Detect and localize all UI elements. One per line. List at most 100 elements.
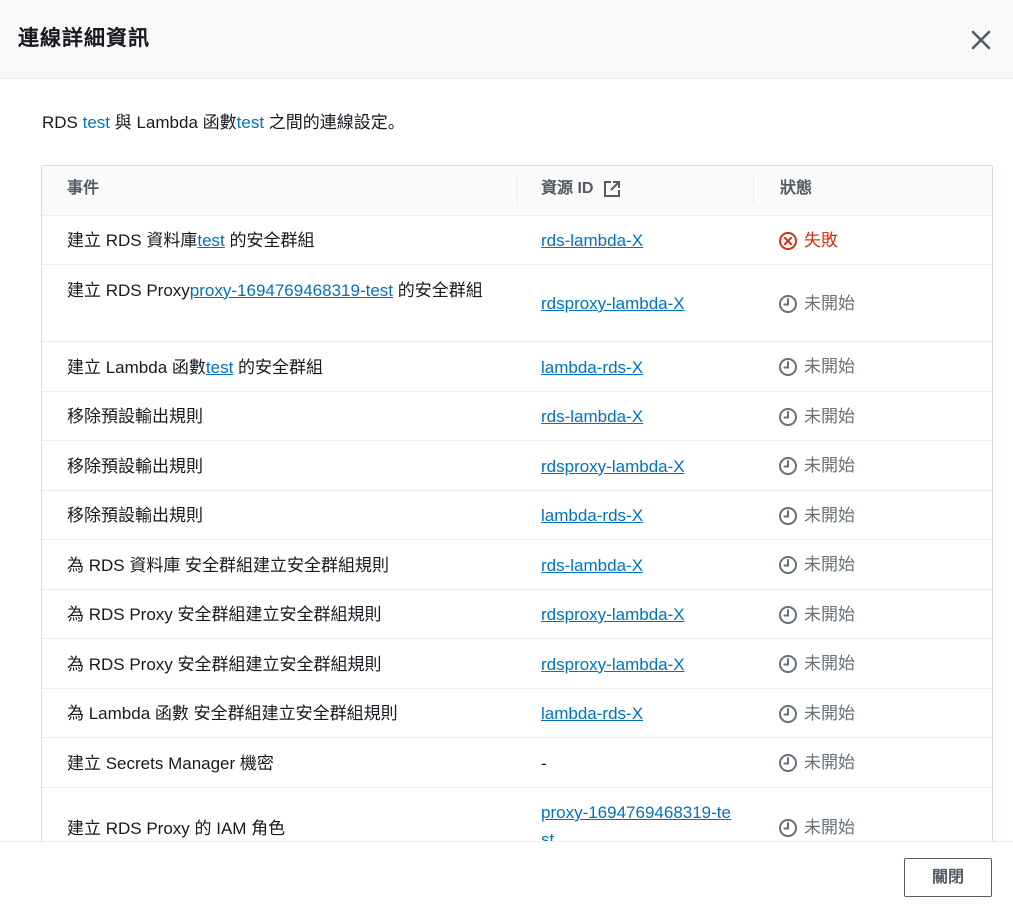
- event-text: 建立 RDS Proxy: [67, 280, 190, 300]
- event-text: 為 RDS Proxy 安全群組建立安全群組規則: [67, 605, 382, 624]
- close-icon: [971, 30, 991, 50]
- header-event: 事件: [67, 180, 100, 197]
- table-row: 建立 Secrets Manager 機密 - 未開始: [42, 738, 992, 788]
- clock-icon: [779, 605, 797, 624]
- event-cell: 建立 Secrets Manager 機密: [67, 750, 507, 777]
- status-label: 失敗: [804, 230, 838, 250]
- resource-id-link[interactable]: rds-lambda-X: [541, 556, 643, 575]
- resource-id-link[interactable]: rds-lambda-X: [541, 407, 643, 426]
- status-label: 未開始: [804, 654, 855, 673]
- event-cell: 為 RDS Proxy 安全群組建立安全群組規則: [67, 601, 507, 628]
- resource-id-cell: rdsproxy-lambda-X: [541, 290, 731, 317]
- close-button[interactable]: [964, 23, 998, 57]
- table-row: 移除預設輸出規則 rdsproxy-lambda-X 未開始: [42, 441, 992, 491]
- event-text: 建立 RDS 資料庫: [67, 231, 198, 250]
- resource-id-cell: rds-lambda-X: [541, 403, 731, 430]
- lambda-test-link[interactable]: test: [237, 113, 264, 132]
- clock-icon: [779, 407, 797, 426]
- table-row: 建立 RDS Proxyproxy-1694769468319-test 的安全…: [42, 265, 992, 342]
- event-text: 移除預設輸出規則: [67, 456, 203, 476]
- resource-id-link[interactable]: lambda-rds-X: [541, 506, 643, 525]
- clock-icon: [779, 819, 797, 837]
- status-cell: 未開始: [778, 816, 855, 840]
- modal-footer: 關閉: [0, 841, 1013, 908]
- table-row: 建立 RDS 資料庫test 的安全群組 rds-lambda-X 失敗: [42, 216, 992, 265]
- event-resource-link[interactable]: test: [197, 231, 224, 250]
- resource-id-cell: -: [541, 750, 731, 777]
- modal-header: 連線詳細資訊: [0, 0, 1013, 79]
- event-cell: 建立 RDS Proxyproxy-1694769468319-test 的安全…: [67, 277, 507, 304]
- resource-id-cell: lambda-rds-X: [541, 502, 731, 529]
- description-suffix: 之間的連線設定。: [264, 113, 405, 132]
- status-label: 未開始: [804, 818, 855, 837]
- status-label: 未開始: [804, 505, 855, 525]
- status-label: 未開始: [804, 555, 855, 574]
- clock-icon: [779, 754, 797, 772]
- resource-id-link[interactable]: rdsproxy-lambda-X: [541, 655, 685, 674]
- event-text: 為 Lambda 函數 安全群組建立安全群組規則: [67, 704, 398, 723]
- event-cell: 建立 RDS Proxy 的 IAM 角色: [67, 815, 507, 842]
- event-cell: 為 Lambda 函數 安全群組建立安全群組規則: [67, 700, 507, 727]
- description-middle: 與 Lambda 函數: [110, 113, 237, 132]
- event-cell: 為 RDS 資料庫 安全群組建立安全群組規則: [67, 552, 507, 579]
- status-label: 未開始: [804, 753, 855, 772]
- modal-title: 連線詳細資訊: [18, 27, 150, 50]
- error-circle-icon: [779, 231, 797, 250]
- status-label: 未開始: [804, 357, 855, 376]
- event-cell: 建立 Lambda 函數test 的安全群組: [67, 354, 507, 381]
- connection-description: RDS test 與 Lambda 函數test 之間的連線設定。: [42, 108, 405, 133]
- table-row: 為 RDS Proxy 安全群組建立安全群組規則 rdsproxy-lambda-…: [42, 590, 992, 639]
- header-resource-id-label: 資源 ID: [541, 180, 594, 197]
- table-row: 為 Lambda 函數 安全群組建立安全群組規則 lambda-rds-X 未開始: [42, 689, 992, 738]
- resource-id-link[interactable]: lambda-rds-X: [541, 704, 643, 723]
- event-text: 移除預設輸出規則: [67, 506, 203, 525]
- status-cell: 未開始: [778, 553, 855, 577]
- resource-id-link[interactable]: rdsproxy-lambda-X: [541, 294, 685, 313]
- close-footer-button[interactable]: 關閉: [904, 858, 992, 897]
- header-resource-id: 資源 ID: [541, 166, 622, 216]
- table-row: 建立 RDS Proxy 的 IAM 角色 proxy-1694769468319…: [42, 788, 992, 841]
- table-header: 事件 資源 ID 狀態: [42, 166, 992, 216]
- resource-id-link[interactable]: rdsproxy-lambda-X: [541, 457, 685, 476]
- status-cell: 未開始: [778, 292, 855, 316]
- status-label: 未開始: [804, 293, 855, 313]
- resource-id-link[interactable]: rds-lambda-X: [541, 231, 643, 250]
- clock-icon: [779, 457, 797, 475]
- event-text: 建立 RDS Proxy 的 IAM 角色: [67, 818, 286, 838]
- resource-id-link[interactable]: lambda-rds-X: [541, 358, 643, 377]
- header-divider: [753, 176, 754, 204]
- status-label: 未開始: [804, 456, 855, 475]
- clock-icon: [779, 655, 797, 673]
- event-cell: 移除預設輸出規則: [67, 453, 507, 480]
- resource-id-cell: lambda-rds-X: [541, 354, 731, 381]
- event-resource-link[interactable]: proxy-1694769468319-test: [190, 281, 393, 300]
- clock-icon: [779, 358, 797, 376]
- event-text-suffix: 的安全群組: [224, 231, 315, 250]
- description-prefix: RDS: [42, 113, 83, 132]
- clock-icon: [779, 506, 797, 525]
- status-label: 未開始: [804, 406, 855, 426]
- status-cell: 未開始: [778, 603, 855, 627]
- resource-id-link[interactable]: proxy-1694769468319-test: [541, 803, 731, 841]
- resource-id-link[interactable]: rdsproxy-lambda-X: [541, 605, 685, 624]
- event-cell: 移除預設輸出規則: [67, 502, 507, 529]
- external-link-icon: [603, 180, 620, 197]
- status-cell: 未開始: [778, 454, 855, 478]
- resource-id-empty: -: [541, 753, 547, 773]
- event-resource-link[interactable]: test: [206, 358, 233, 377]
- clock-icon: [779, 556, 797, 574]
- clock-icon: [779, 294, 797, 313]
- status-cell: 未開始: [778, 405, 855, 429]
- event-text: 建立 Lambda 函數: [67, 357, 206, 377]
- table-row: 為 RDS Proxy 安全群組建立安全群組規則 rdsproxy-lambda-…: [42, 639, 992, 689]
- status-label: 未開始: [804, 604, 855, 624]
- resource-id-cell: rdsproxy-lambda-X: [541, 453, 731, 480]
- resource-id-cell: lambda-rds-X: [541, 700, 731, 727]
- resource-id-cell: proxy-1694769468319-test: [541, 799, 731, 841]
- status-cell: 未開始: [778, 652, 855, 676]
- event-text: 為 RDS Proxy 安全群組建立安全群組規則: [67, 654, 382, 674]
- header-divider: [517, 176, 518, 204]
- table-row: 移除預設輸出規則 rds-lambda-X 未開始: [42, 392, 992, 441]
- rds-test-link[interactable]: test: [83, 113, 110, 132]
- table-row: 移除預設輸出規則 lambda-rds-X 未開始: [42, 491, 992, 540]
